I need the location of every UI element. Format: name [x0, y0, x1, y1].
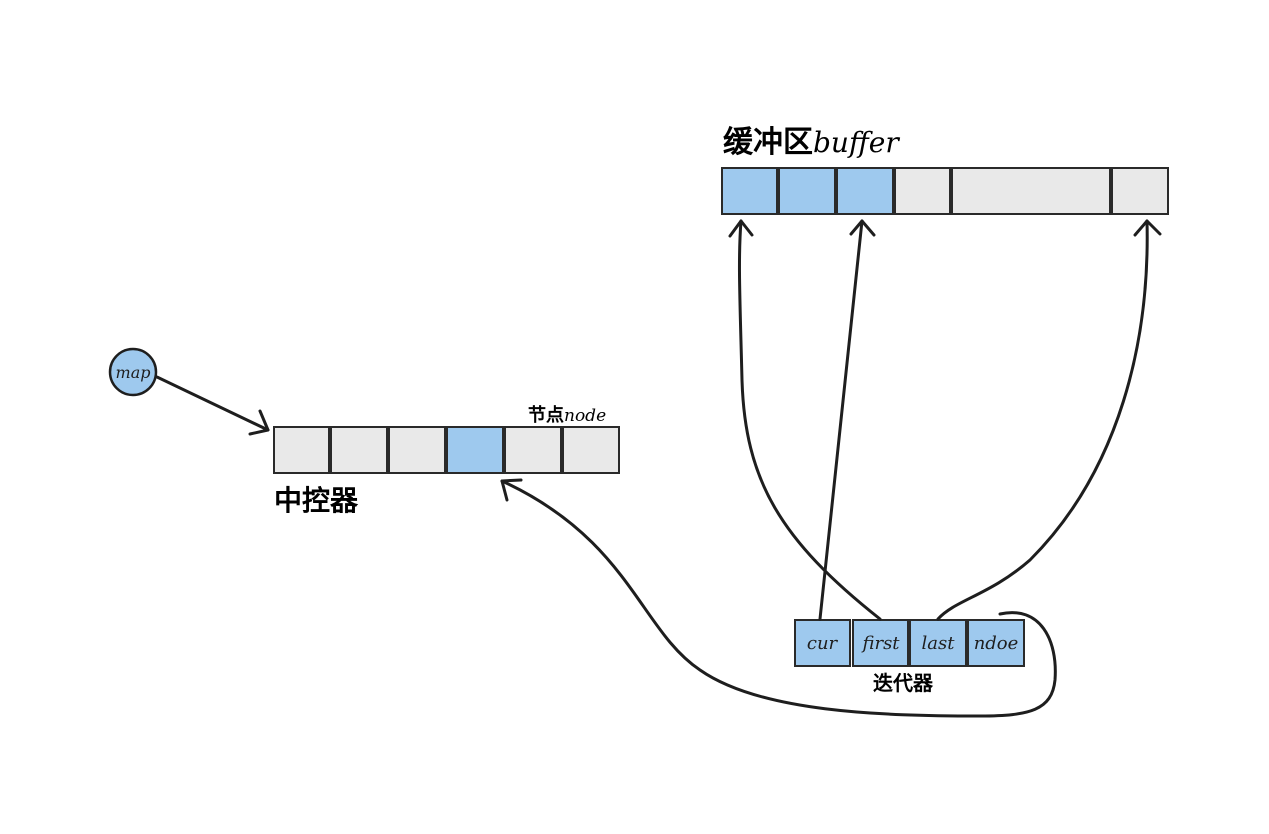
buffer-group: 缓冲区buffer: [721, 125, 1169, 215]
buffer-cell: [836, 167, 894, 215]
map-cell: [330, 426, 388, 474]
cur-arrow-line: [737, 219, 882, 621]
map-cell: [388, 426, 446, 474]
map-cell: [273, 426, 330, 474]
node-label-cn: 节点: [528, 404, 564, 426]
map-cell: [504, 426, 562, 474]
node-label-en: node: [564, 406, 606, 426]
map-pointer-group: map: [108, 347, 270, 436]
buffer-cell: [1111, 167, 1169, 215]
buffer-cell: [778, 167, 836, 215]
first-arrow-line: [818, 219, 864, 621]
map-cell: [562, 426, 620, 474]
last-arrow-line: [936, 219, 1149, 621]
buffer-title-cn: 缓冲区: [723, 125, 813, 160]
iterator-field-cur: cur: [807, 633, 839, 654]
buffer-title: 缓冲区buffer: [723, 125, 900, 160]
iterator-field-first: first: [860, 633, 900, 654]
buffer-title-en: buffer: [813, 126, 900, 159]
map-array-group: 节点node 中控器: [273, 404, 620, 517]
iterator-field-last: last: [922, 633, 956, 654]
iterator-label: 迭代器: [873, 671, 934, 695]
node-label: 节点node: [528, 404, 606, 426]
map-array-label: 中控器: [274, 484, 359, 517]
buffer-cell: [721, 167, 778, 215]
iterator-group: cur first last ndoe 迭代器: [794, 619, 1025, 695]
map-cell-node: [446, 426, 504, 474]
map-pointer-label: map: [116, 363, 151, 382]
iterator-field-node: ndoe: [974, 633, 1019, 654]
diagram-canvas: 缓冲区buffer map 节点node 中控器 cur first last …: [108, 125, 1169, 718]
buffer-cell: [894, 167, 951, 215]
buffer-cell: [951, 167, 1111, 215]
map-arrow-line: [155, 375, 270, 432]
